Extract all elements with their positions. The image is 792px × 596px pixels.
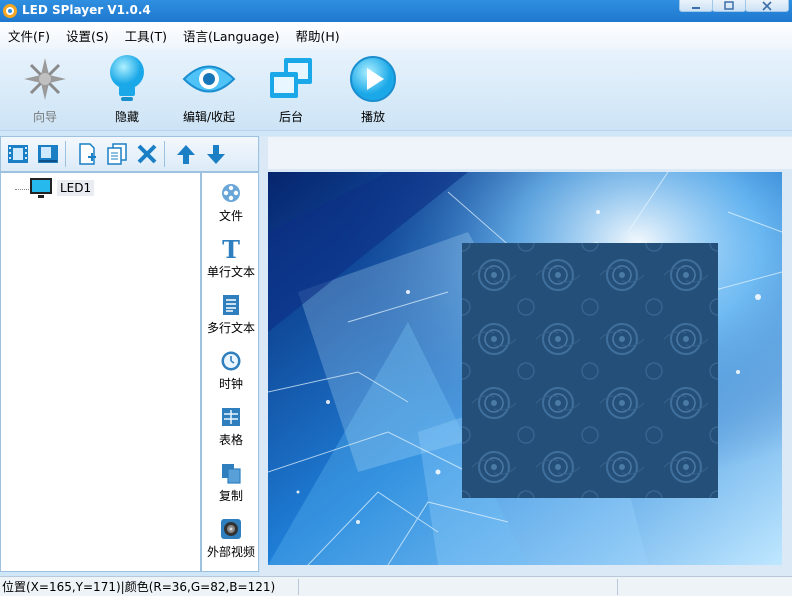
menu-settings[interactable]: 设置(S) bbox=[58, 26, 117, 45]
background-label: 后台 bbox=[278, 110, 303, 124]
close-icon bbox=[762, 1, 772, 11]
add-multi-line-text-button[interactable]: 多行文本 bbox=[202, 293, 260, 336]
eye-icon bbox=[182, 65, 236, 93]
table-icon bbox=[222, 408, 240, 426]
add-clock-button[interactable]: 时钟 bbox=[202, 349, 260, 392]
menu-tools[interactable]: 工具(T) bbox=[117, 26, 175, 45]
new-document-icon bbox=[79, 143, 96, 165]
add-content-sidebar: 文件 T 单行文本 多行文本 时钟 表格 复制 外部视频 bbox=[201, 172, 259, 572]
menu-bar: 文件(F) 设置(S) 工具(T) 语言(Language) 帮助(H) bbox=[0, 22, 792, 49]
copy-icon bbox=[222, 464, 241, 484]
close-button[interactable] bbox=[745, 0, 789, 12]
text-t-icon: T bbox=[222, 237, 240, 261]
arrow-down-icon bbox=[207, 145, 225, 164]
move-up-button[interactable] bbox=[173, 141, 199, 167]
window-title: LED SPlayer V1.0.4 bbox=[22, 3, 151, 17]
maximize-button[interactable] bbox=[712, 0, 746, 12]
clock-icon bbox=[221, 351, 241, 371]
add-file-button[interactable]: 文件 bbox=[202, 181, 260, 224]
status-divider bbox=[617, 579, 618, 595]
add-table-button[interactable]: 表格 bbox=[202, 405, 260, 448]
play-label: 播放 bbox=[360, 110, 385, 124]
monitor-icon bbox=[30, 178, 52, 198]
damask-pattern-image bbox=[462, 243, 718, 498]
add-table-label: 表格 bbox=[218, 433, 243, 447]
toolbar-divider bbox=[65, 141, 66, 167]
play-icon bbox=[350, 56, 396, 102]
document-lines-icon bbox=[223, 295, 239, 315]
windows-stack-icon bbox=[270, 58, 312, 98]
copy-pages-icon bbox=[107, 143, 127, 165]
add-multi-line-text-label: 多行文本 bbox=[206, 321, 255, 335]
edit-collapse-label: 编辑/收起 bbox=[182, 110, 236, 124]
tree-node-label: LED1 bbox=[57, 180, 95, 196]
add-clock-label: 时钟 bbox=[218, 377, 243, 391]
delete-x-icon bbox=[137, 144, 157, 164]
wizard-label: 向导 bbox=[32, 110, 57, 124]
arrow-up-icon bbox=[177, 145, 195, 164]
maximize-icon bbox=[724, 1, 734, 10]
filmstrip-icon bbox=[8, 145, 28, 163]
layout-area-icon bbox=[38, 145, 58, 163]
wizard-button[interactable]: 向导 bbox=[6, 53, 84, 129]
menu-language[interactable]: 语言(Language) bbox=[175, 26, 287, 45]
program-tree: LED1 bbox=[0, 172, 201, 572]
status-divider bbox=[298, 579, 299, 595]
add-copy-label: 复制 bbox=[218, 489, 243, 503]
menu-file[interactable]: 文件(F) bbox=[0, 26, 58, 45]
window-controls bbox=[679, 0, 789, 12]
wizard-sparkle-icon bbox=[24, 58, 66, 100]
add-copy-button[interactable]: 复制 bbox=[202, 461, 260, 504]
app-logo-icon bbox=[3, 4, 17, 18]
video-icon bbox=[221, 519, 241, 539]
delete-button[interactable] bbox=[134, 141, 160, 167]
add-external-video-label: 外部视频 bbox=[206, 545, 255, 559]
preview-header bbox=[268, 137, 792, 169]
toolbar-divider bbox=[164, 141, 165, 167]
film-reel-icon bbox=[222, 184, 240, 202]
hide-label: 隐藏 bbox=[114, 110, 139, 124]
background-button[interactable]: 后台 bbox=[252, 53, 330, 129]
status-position-color: 位置(X=165,Y=171)|颜色(R=36,G=82,B=121) bbox=[2, 580, 276, 594]
new-area-button[interactable] bbox=[35, 141, 61, 167]
add-external-video-button[interactable]: 外部视频 bbox=[202, 517, 260, 560]
tree-connector bbox=[15, 188, 29, 190]
add-file-label: 文件 bbox=[218, 209, 243, 223]
lightbulb-icon bbox=[110, 55, 144, 101]
add-single-line-text-label: 单行文本 bbox=[206, 265, 255, 279]
copy-page-button[interactable] bbox=[104, 141, 130, 167]
main-toolbar: 向导 隐藏 编辑/收起 后台 播放 bbox=[0, 49, 792, 131]
new-program-button[interactable] bbox=[5, 141, 31, 167]
title-bar: LED SPlayer V1.0.4 bbox=[0, 0, 792, 22]
menu-help[interactable]: 帮助(H) bbox=[288, 26, 348, 45]
tree-node-led1[interactable]: LED1 bbox=[15, 177, 95, 199]
new-page-button[interactable] bbox=[74, 141, 100, 167]
add-single-line-text-button[interactable]: T 单行文本 bbox=[202, 237, 260, 280]
display-window[interactable] bbox=[462, 243, 718, 498]
status-bar: 位置(X=165,Y=171)|颜色(R=36,G=82,B=121) bbox=[0, 576, 792, 596]
minimize-button[interactable] bbox=[679, 0, 713, 12]
move-down-button[interactable] bbox=[203, 141, 229, 167]
play-button[interactable]: 播放 bbox=[334, 53, 412, 129]
edit-collapse-button[interactable]: 编辑/收起 bbox=[170, 53, 248, 129]
program-toolbar bbox=[0, 136, 259, 172]
svg-text:T: T bbox=[222, 237, 240, 261]
minimize-icon bbox=[692, 7, 700, 9]
hide-button[interactable]: 隐藏 bbox=[88, 53, 166, 129]
